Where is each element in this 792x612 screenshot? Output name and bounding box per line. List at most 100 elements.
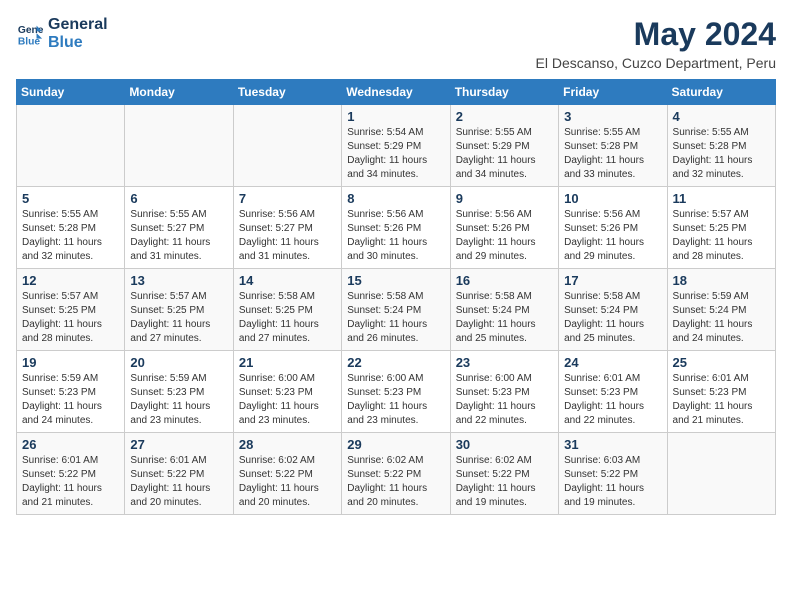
calendar-cell <box>233 105 341 187</box>
calendar-cell: 23 Sunrise: 6:00 AMSunset: 5:23 PMDayligh… <box>450 351 558 433</box>
day-header-sunday: Sunday <box>17 80 125 105</box>
calendar-cell: 1Sunrise: 5:54 AMSunset: 5:29 PMDaylight… <box>342 105 450 187</box>
cell-sun-info: Sunrise: 5:55 AMSunset: 5:29 PMDaylight:… <box>456 126 553 182</box>
calendar-cell: 18Sunrise: 5:59 AMSunset: 5:24 PMDayligh… <box>667 269 775 351</box>
calendar-cell: 5 Sunrise: 5:55 AMSunset: 5:28 PMDaylight… <box>17 187 125 269</box>
calendar-cell: 27 Sunrise: 6:01 AMSunset: 5:22 PMDayligh… <box>125 433 233 515</box>
cell-sun-info: Sunrise: 6:00 AMSunset: 5:23 PMDaylight:… <box>347 372 444 428</box>
calendar-cell: 21Sunrise: 6:00 AMSunset: 5:23 PMDayligh… <box>233 351 341 433</box>
calendar-cell: 15 Sunrise: 5:58 AMSunset: 5:24 PMDayligh… <box>342 269 450 351</box>
cell-sun-info: Sunrise: 5:57 AMSunset: 5:25 PMDaylight:… <box>130 290 227 346</box>
calendar-cell: 28 Sunrise: 6:02 AMSunset: 5:22 PMDayligh… <box>233 433 341 515</box>
calendar-cell <box>17 105 125 187</box>
day-number: 16 <box>456 273 553 288</box>
calendar-cell: 12 Sunrise: 5:57 AMSunset: 5:25 PMDayligh… <box>17 269 125 351</box>
logo: General Blue General Blue <box>16 16 108 51</box>
cell-sun-info: Sunrise: 6:01 AMSunset: 5:22 PMDaylight:… <box>22 454 119 510</box>
day-number: 14 <box>239 273 336 288</box>
day-number: 17 <box>564 273 661 288</box>
day-number: 29 <box>347 437 444 452</box>
day-header-saturday: Saturday <box>667 80 775 105</box>
calendar-cell: 19 Sunrise: 5:59 AMSunset: 5:23 PMDayligh… <box>17 351 125 433</box>
calendar-cell: 4 Sunrise: 5:55 AMSunset: 5:28 PMDaylight… <box>667 105 775 187</box>
cell-sun-info: Sunrise: 5:59 AMSunset: 5:23 PMDaylight:… <box>130 372 227 428</box>
calendar-table: SundayMondayTuesdayWednesdayThursdayFrid… <box>16 79 776 515</box>
cell-sun-info: Sunrise: 5:58 AMSunset: 5:24 PMDaylight:… <box>347 290 444 346</box>
day-number: 30 <box>456 437 553 452</box>
day-number: 21 <box>239 355 336 370</box>
day-number: 2 <box>456 109 553 124</box>
day-number: 25 <box>673 355 770 370</box>
day-number: 28 <box>239 437 336 452</box>
day-number: 7 <box>239 191 336 206</box>
day-number: 20 <box>130 355 227 370</box>
calendar-cell: 2 Sunrise: 5:55 AMSunset: 5:29 PMDaylight… <box>450 105 558 187</box>
day-header-thursday: Thursday <box>450 80 558 105</box>
calendar-cell: 14 Sunrise: 5:58 AMSunset: 5:25 PMDayligh… <box>233 269 341 351</box>
calendar-cell: 11 Sunrise: 5:57 AMSunset: 5:25 PMDayligh… <box>667 187 775 269</box>
cell-sun-info: Sunrise: 6:00 AMSunset: 5:23 PMDaylight:… <box>456 372 553 428</box>
cell-sun-info: Sunrise: 5:56 AMSunset: 5:27 PMDaylight:… <box>239 208 336 264</box>
calendar-cell: 13 Sunrise: 5:57 AMSunset: 5:25 PMDayligh… <box>125 269 233 351</box>
week-row-2: 5 Sunrise: 5:55 AMSunset: 5:28 PMDaylight… <box>17 187 776 269</box>
cell-sun-info: Sunrise: 6:02 AMSunset: 5:22 PMDaylight:… <box>456 454 553 510</box>
day-number: 19 <box>22 355 119 370</box>
day-number: 8 <box>347 191 444 206</box>
day-number: 23 <box>456 355 553 370</box>
day-number: 26 <box>22 437 119 452</box>
day-number: 5 <box>22 191 119 206</box>
week-row-3: 12 Sunrise: 5:57 AMSunset: 5:25 PMDayligh… <box>17 269 776 351</box>
cell-sun-info: Sunrise: 5:54 AMSunset: 5:29 PMDaylight:… <box>347 126 444 182</box>
cell-sun-info: Sunrise: 5:59 AMSunset: 5:23 PMDaylight:… <box>22 372 119 428</box>
cell-sun-info: Sunrise: 5:55 AMSunset: 5:28 PMDaylight:… <box>22 208 119 264</box>
day-number: 11 <box>673 191 770 206</box>
day-header-tuesday: Tuesday <box>233 80 341 105</box>
cell-sun-info: Sunrise: 5:55 AMSunset: 5:28 PMDaylight:… <box>673 126 770 182</box>
cell-sun-info: Sunrise: 6:01 AMSunset: 5:22 PMDaylight:… <box>130 454 227 510</box>
cell-sun-info: Sunrise: 5:58 AMSunset: 5:25 PMDaylight:… <box>239 290 336 346</box>
calendar-cell: 6Sunrise: 5:55 AMSunset: 5:27 PMDaylight… <box>125 187 233 269</box>
day-number: 22 <box>347 355 444 370</box>
month-year-title: May 2024 <box>536 16 776 53</box>
day-number: 31 <box>564 437 661 452</box>
cell-sun-info: Sunrise: 6:01 AMSunset: 5:23 PMDaylight:… <box>564 372 661 428</box>
cell-sun-info: Sunrise: 5:58 AMSunset: 5:24 PMDaylight:… <box>456 290 553 346</box>
cell-sun-info: Sunrise: 5:57 AMSunset: 5:25 PMDaylight:… <box>673 208 770 264</box>
day-number: 27 <box>130 437 227 452</box>
calendar-cell: 20 Sunrise: 5:59 AMSunset: 5:23 PMDayligh… <box>125 351 233 433</box>
day-number: 3 <box>564 109 661 124</box>
day-header-friday: Friday <box>559 80 667 105</box>
logo-icon: General Blue <box>16 20 44 48</box>
calendar-cell <box>667 433 775 515</box>
cell-sun-info: Sunrise: 5:56 AMSunset: 5:26 PMDaylight:… <box>564 208 661 264</box>
cell-sun-info: Sunrise: 6:02 AMSunset: 5:22 PMDaylight:… <box>239 454 336 510</box>
day-number: 15 <box>347 273 444 288</box>
day-header-monday: Monday <box>125 80 233 105</box>
day-number: 12 <box>22 273 119 288</box>
day-number: 10 <box>564 191 661 206</box>
calendar-cell: 3 Sunrise: 5:55 AMSunset: 5:28 PMDaylight… <box>559 105 667 187</box>
day-number: 24 <box>564 355 661 370</box>
days-header-row: SundayMondayTuesdayWednesdayThursdayFrid… <box>17 80 776 105</box>
day-number: 13 <box>130 273 227 288</box>
cell-sun-info: Sunrise: 6:03 AMSunset: 5:22 PMDaylight:… <box>564 454 661 510</box>
week-row-5: 26 Sunrise: 6:01 AMSunset: 5:22 PMDayligh… <box>17 433 776 515</box>
calendar-cell <box>125 105 233 187</box>
calendar-cell: 16 Sunrise: 5:58 AMSunset: 5:24 PMDayligh… <box>450 269 558 351</box>
cell-sun-info: Sunrise: 5:58 AMSunset: 5:24 PMDaylight:… <box>564 290 661 346</box>
calendar-cell: 25 Sunrise: 6:01 AMSunset: 5:23 PMDayligh… <box>667 351 775 433</box>
page-header: General Blue General Blue May 2024 El De… <box>16 16 776 71</box>
cell-sun-info: Sunrise: 5:56 AMSunset: 5:26 PMDaylight:… <box>456 208 553 264</box>
cell-sun-info: Sunrise: 5:55 AMSunset: 5:28 PMDaylight:… <box>564 126 661 182</box>
calendar-cell: 9 Sunrise: 5:56 AMSunset: 5:26 PMDaylight… <box>450 187 558 269</box>
day-header-wednesday: Wednesday <box>342 80 450 105</box>
day-number: 4 <box>673 109 770 124</box>
cell-sun-info: Sunrise: 6:01 AMSunset: 5:23 PMDaylight:… <box>673 372 770 428</box>
title-block: May 2024 El Descanso, Cuzco Department, … <box>536 16 776 71</box>
calendar-cell: 30 Sunrise: 6:02 AMSunset: 5:22 PMDayligh… <box>450 433 558 515</box>
cell-sun-info: Sunrise: 5:56 AMSunset: 5:26 PMDaylight:… <box>347 208 444 264</box>
logo-blue-text: Blue <box>48 34 108 52</box>
day-number: 9 <box>456 191 553 206</box>
calendar-cell: 22 Sunrise: 6:00 AMSunset: 5:23 PMDayligh… <box>342 351 450 433</box>
cell-sun-info: Sunrise: 5:57 AMSunset: 5:25 PMDaylight:… <box>22 290 119 346</box>
